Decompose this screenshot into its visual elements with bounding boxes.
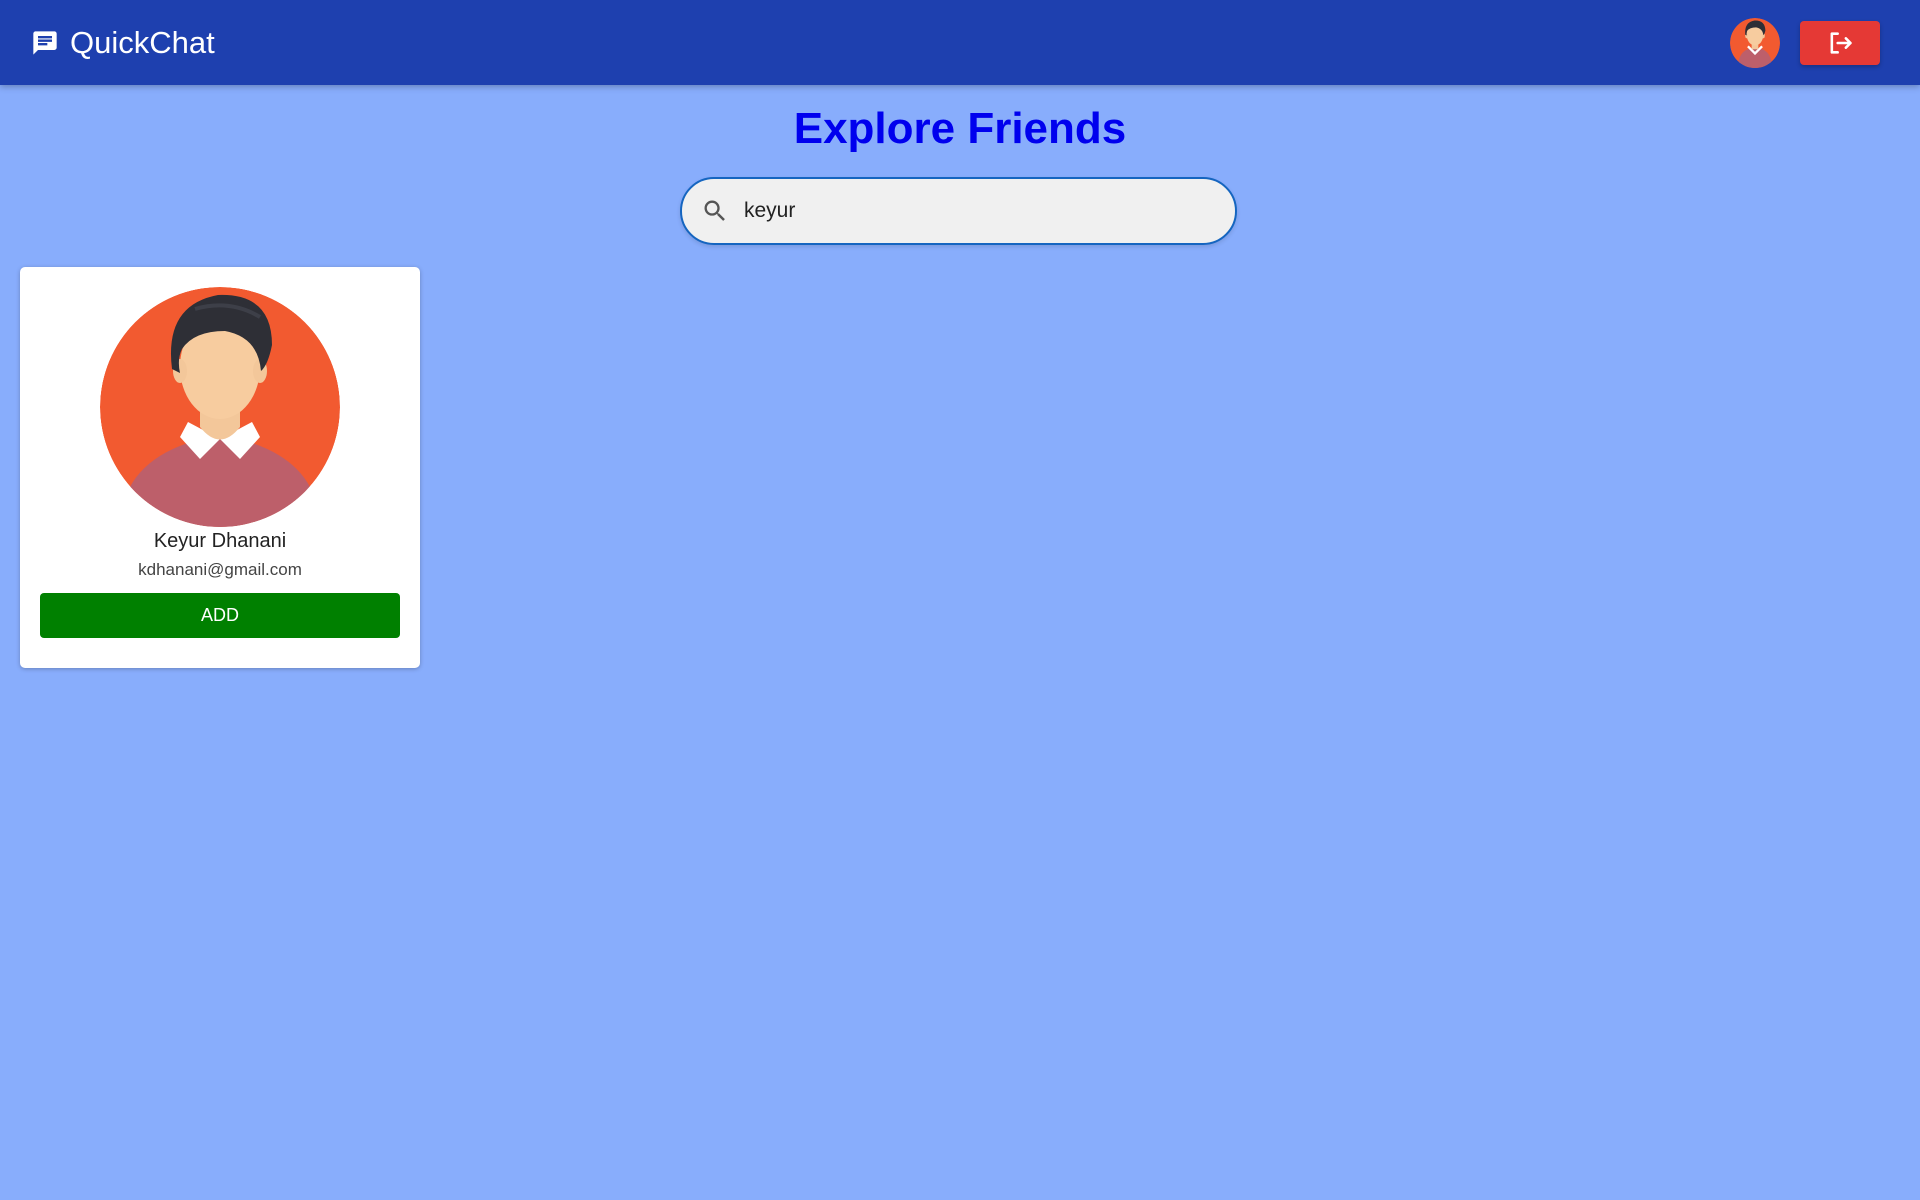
user-avatar-icon [100, 287, 340, 527]
chat-bubble-icon [30, 28, 60, 58]
search-icon [700, 196, 730, 226]
logout-button[interactable] [1800, 20, 1880, 65]
friend-avatar [100, 287, 340, 527]
search-bar[interactable] [680, 177, 1237, 245]
logout-icon [1830, 31, 1852, 54]
add-friend-button[interactable]: ADD [40, 593, 400, 638]
appbar-actions [1730, 17, 1880, 68]
search-input[interactable] [742, 198, 1186, 224]
user-avatar-icon [1730, 17, 1780, 68]
friend-name: Keyur Dhanani [153, 530, 287, 552]
profile-avatar[interactable] [1730, 17, 1780, 68]
friend-card: Keyur Dhanani kdhanani@gmail.com ADD [20, 267, 420, 668]
app-bar: QuickChat [0, 0, 1920, 85]
app-title: QuickChat [70, 25, 215, 60]
brand: QuickChat [30, 27, 215, 58]
page-title: Explore Friends [793, 104, 1127, 153]
friend-email: kdhanani@gmail.com [138, 560, 302, 579]
